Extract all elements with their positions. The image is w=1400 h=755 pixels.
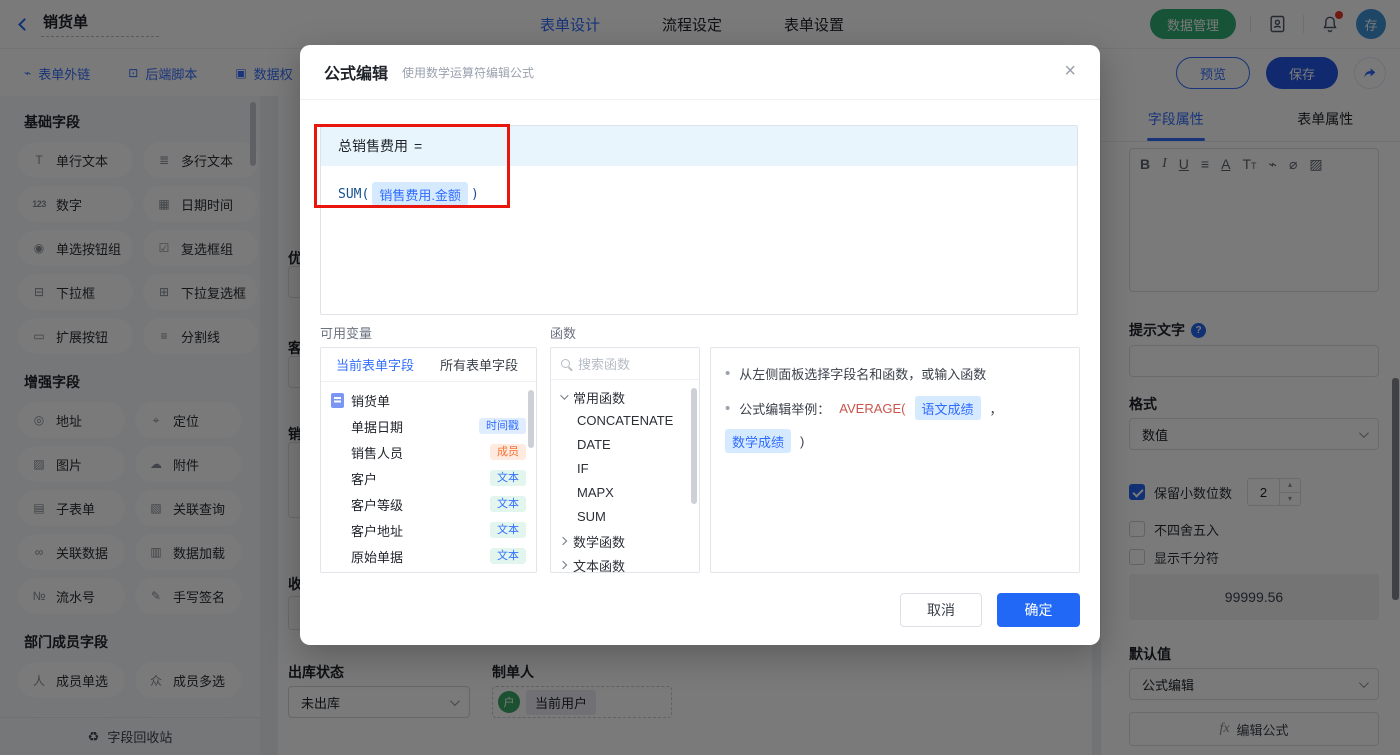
example-token-1: 语文成绩 xyxy=(915,396,981,420)
search-placeholder: 搜索函数 xyxy=(578,354,630,373)
variable-name: 客户等级 xyxy=(351,495,403,514)
variable-name: 客户地址 xyxy=(351,521,403,540)
modal-title: 公式编辑 xyxy=(324,60,388,84)
chevron-right-icon xyxy=(559,537,567,545)
function-search-input[interactable]: 搜索函数 xyxy=(551,348,699,380)
function-item[interactable]: SUM xyxy=(551,505,699,529)
variable-row[interactable]: 单据日期 时间戳 xyxy=(321,413,536,439)
function-item[interactable]: IF xyxy=(551,457,699,481)
example-function: AVERAGE( xyxy=(839,401,905,416)
variable-name: 单据日期 xyxy=(351,417,403,436)
formula-close-paren: ) xyxy=(471,187,479,202)
function-group[interactable]: 文本函数 xyxy=(551,553,699,573)
function-item[interactable]: MAPX xyxy=(551,481,699,505)
formula-target: 总销售费用 xyxy=(338,136,408,156)
variables-list: 销货单 单据日期时间戳销售人员成员客户文本客户等级文本客户地址文本原始单据文本 xyxy=(321,382,536,569)
function-item[interactable]: DATE xyxy=(551,433,699,457)
variable-type-badge: 成员 xyxy=(490,444,526,460)
formula-editor[interactable]: 总销售费用 = SUM( 销售费用.金额 ) xyxy=(320,125,1078,315)
variable-type-badge: 文本 xyxy=(490,496,526,512)
function-tree: 常用函数 CONCATENATEDATEIFMAPXSUM 数学函数文本函数 xyxy=(551,380,699,573)
modal-subtitle: 使用数学运算符编辑公式 xyxy=(402,64,534,81)
function-group-label: 数学函数 xyxy=(573,532,625,551)
variable-row[interactable]: 原始单据 文本 xyxy=(321,543,536,569)
variables-label: 可用变量 xyxy=(320,323,372,342)
formula-function: SUM( xyxy=(338,187,369,202)
document-icon xyxy=(331,393,344,408)
variable-name: 原始单据 xyxy=(351,547,403,566)
search-icon xyxy=(561,359,570,368)
variable-row[interactable]: 销售人员 成员 xyxy=(321,439,536,465)
variable-row[interactable]: 客户等级 文本 xyxy=(321,491,536,517)
function-item[interactable]: CONCATENATE xyxy=(551,409,699,433)
cancel-button[interactable]: 取消 xyxy=(900,593,982,627)
variable-type-badge: 文本 xyxy=(490,470,526,486)
function-group[interactable]: 常用函数 xyxy=(551,385,699,409)
function-group-label: 文本函数 xyxy=(573,556,625,574)
variable-row[interactable]: 客户 文本 xyxy=(321,465,536,491)
variable-name: 销售人员 xyxy=(351,443,403,462)
formula-expression[interactable]: SUM( 销售费用.金额 ) xyxy=(321,166,1077,222)
variables-panel: 当前表单字段 所有表单字段 销货单 单据日期时间戳销售人员成员客户文本客户等级文… xyxy=(320,347,537,573)
close-icon[interactable]: × xyxy=(1064,61,1076,81)
functions-scrollbar-thumb[interactable] xyxy=(691,388,697,504)
variables-tree-root[interactable]: 销货单 xyxy=(321,387,536,413)
bullet-icon: • xyxy=(725,366,730,381)
variables-scrollbar-thumb[interactable] xyxy=(528,390,534,448)
formula-field-token[interactable]: 销售费用.金额 xyxy=(372,182,468,206)
modal-header: 公式编辑 使用数学运算符编辑公式 xyxy=(300,45,1100,100)
variable-name: 客户 xyxy=(351,469,377,488)
tab-current-form-fields[interactable]: 当前表单字段 xyxy=(336,355,414,374)
function-group-label: 常用函数 xyxy=(573,388,625,407)
formula-editor-modal: 公式编辑 使用数学运算符编辑公式 × 总销售费用 = SUM( 销售费用.金额 … xyxy=(300,45,1100,645)
tab-all-form-fields[interactable]: 所有表单字段 xyxy=(440,355,518,374)
variable-type-badge: 文本 xyxy=(490,522,526,538)
help-bullet-1: • 从左侧面板选择字段名和函数，或输入函数 xyxy=(725,364,1065,383)
function-group[interactable]: 数学函数 xyxy=(551,529,699,553)
formula-target-bar: 总销售费用 = xyxy=(321,126,1077,166)
chevron-down-icon xyxy=(560,391,568,399)
example-separator: ， xyxy=(990,399,1003,418)
variable-row[interactable]: 客户地址 文本 xyxy=(321,517,536,543)
example-token-2: 数学成绩 xyxy=(725,429,791,453)
variable-type-badge: 时间戳 xyxy=(479,418,526,434)
functions-panel: 搜索函数 常用函数 CONCATENATEDATEIFMAPXSUM 数学函数文本函… xyxy=(550,347,700,573)
variables-tabs: 当前表单字段 所有表单字段 xyxy=(321,348,536,382)
bullet-icon: • xyxy=(725,401,730,416)
formula-equals: = xyxy=(414,138,422,154)
chevron-right-icon xyxy=(559,561,567,569)
variable-type-badge: 文本 xyxy=(490,548,526,564)
help-bullet-2: • 公式编辑举例： AVERAGE( 语文成绩 ， 数学成绩 ) xyxy=(725,396,1065,453)
formula-help-panel: • 从左侧面板选择字段名和函数，或输入函数 • 公式编辑举例： AVERAGE(… xyxy=(710,347,1080,573)
example-prefix: 公式编辑举例： xyxy=(739,399,830,418)
tree-root-label: 销货单 xyxy=(351,391,390,410)
confirm-button[interactable]: 确定 xyxy=(997,593,1080,627)
functions-label: 函数 xyxy=(550,323,576,342)
example-close-paren: ) xyxy=(800,434,804,449)
